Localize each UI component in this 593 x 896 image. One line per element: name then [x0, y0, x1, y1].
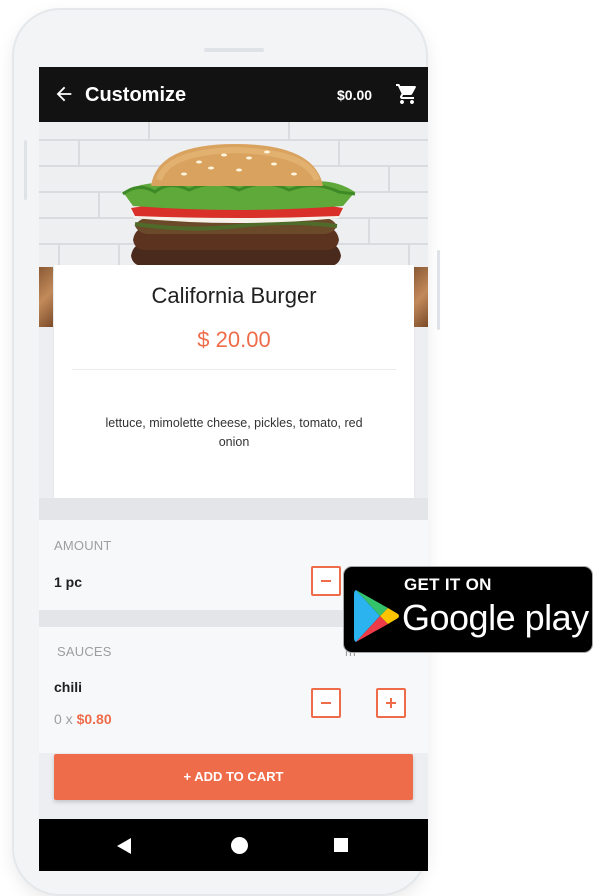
- badge-bottom-text: Google play: [402, 597, 589, 638]
- phone-frame: Customize $0.00 California Burger $ 20.0…: [14, 10, 440, 894]
- add-to-cart-button[interactable]: + ADD TO CART: [54, 754, 413, 800]
- sauce-name: chili: [54, 679, 83, 695]
- wood-board: [414, 267, 428, 327]
- badge-top-text: GET IT ON: [404, 575, 492, 594]
- phone-side-button: [24, 140, 27, 200]
- nav-back-icon[interactable]: [117, 838, 131, 854]
- cart-total: $0.00: [337, 87, 373, 103]
- section-gap: [39, 498, 428, 520]
- app-screen: Customize $0.00 California Burger $ 20.0…: [39, 67, 428, 871]
- product-name: California Burger: [151, 283, 317, 308]
- back-arrow-icon[interactable]: [53, 83, 75, 105]
- nav-home-icon[interactable]: [231, 837, 248, 854]
- sauce-quantity: 0 x: [54, 711, 73, 727]
- page-title: Customize: [85, 84, 187, 106]
- google-play-badge[interactable]: GET IT ON Google play: [343, 566, 593, 653]
- wood-board: [39, 267, 53, 327]
- app-bar: Customize $0.00: [39, 67, 428, 122]
- sauce-decrease-button[interactable]: [311, 688, 341, 718]
- sauce-price: $0.80: [76, 711, 112, 727]
- product-card: California Burger $ 20.00 lettuce, mimol…: [54, 265, 414, 498]
- phone-volume-button: [437, 250, 440, 330]
- nav-recents-icon[interactable]: [334, 838, 348, 852]
- product-price: $ 20.00: [197, 327, 271, 352]
- phone-speaker: [204, 48, 264, 52]
- sauces-label: SAUCES: [57, 644, 112, 659]
- amount-value: 1 pc: [54, 574, 83, 590]
- google-play-icon: [354, 590, 399, 642]
- sauce-increase-button[interactable]: [376, 688, 406, 718]
- system-nav-bar: [39, 819, 428, 871]
- divider: [72, 369, 396, 370]
- amount-decrease-button[interactable]: [311, 566, 341, 596]
- sauce-price-line: 0 x $0.80: [54, 711, 112, 727]
- amount-label: AMOUNT: [54, 538, 112, 553]
- product-description: lettuce, mimolette cheese, pickles, toma…: [105, 416, 363, 449]
- shopping-cart-icon[interactable]: [395, 82, 419, 106]
